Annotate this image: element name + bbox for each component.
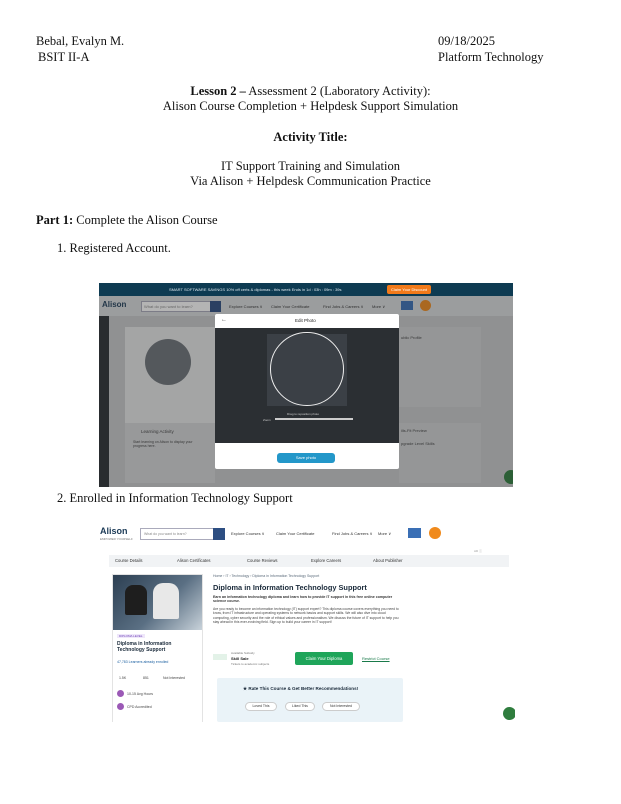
- subsidy-icon: [213, 654, 227, 660]
- card-title: Diploma in Information Technology Suppor…: [117, 641, 172, 653]
- subsidy-label: Available Subsidy: [231, 651, 255, 655]
- part1-label: Part 1:: [36, 213, 74, 227]
- student-section: BSIT II-A: [38, 50, 90, 64]
- language-icon-2[interactable]: [408, 528, 421, 538]
- drag-hint: Drag to reposition photo: [287, 412, 320, 416]
- step-2: 2. Enrolled in Information Technology Su…: [57, 491, 293, 505]
- student-name: Bebal, Evalyn M.: [36, 34, 125, 48]
- activity-title-label: Activity Title:: [273, 130, 348, 144]
- nav-certificate-2[interactable]: Claim Your Certificate: [276, 531, 314, 536]
- course-hero-image: [113, 575, 202, 630]
- subsidy-value: Skill Sale: [231, 656, 249, 661]
- activity-line-1: IT Support Training and Simulation: [221, 159, 400, 173]
- course-description: Are you ready to become an information t…: [213, 607, 399, 625]
- tab-about-publisher[interactable]: About Publisher: [373, 558, 403, 563]
- stat-not-interested[interactable]: Not Interested: [163, 676, 185, 680]
- promo-banner: SMART SOFTWARE SAVINGS 10% off certs & d…: [99, 283, 513, 296]
- breadcrumb[interactable]: Home › IT › Technology › Diploma in Info…: [213, 574, 319, 578]
- logo-tagline: EMPOWER YOURSELF: [100, 537, 133, 541]
- lesson-subtitle: Alison Course Completion + Helpdesk Supp…: [162, 99, 459, 113]
- back-arrow-icon[interactable]: ←: [221, 317, 227, 323]
- person-figure: [125, 585, 147, 615]
- diploma-badge: DIPLOMA LEVEL: [117, 634, 145, 638]
- part1-text: Complete the Alison Course: [73, 213, 218, 227]
- rate-title-text: Rate This Course & Get Better Recommenda…: [248, 686, 359, 691]
- nav-more-2[interactable]: More ∨: [378, 531, 391, 536]
- rate-title: ★ Rate This Course & Get Better Recommen…: [243, 686, 358, 692]
- activity-line-2: Via Alison + Helpdesk Communication Prac…: [190, 174, 431, 188]
- top-nav-2: Alison EMPOWER YOURSELF What do you want…: [91, 521, 515, 553]
- course-tabs: Course Details Alison Certificates Cours…: [109, 555, 509, 567]
- save-photo-button[interactable]: Save photo: [277, 453, 335, 463]
- loved-this-button[interactable]: Loved This: [245, 702, 277, 711]
- edit-photo-modal: ← Edit Photo Drag to reposition photo Zo…: [215, 314, 399, 469]
- subsidy-sub: Tickets to academic subjects: [231, 662, 270, 666]
- tab-explore-careers[interactable]: Explore Careers: [311, 558, 341, 563]
- part1-heading: Part 1: Complete the Alison Course: [36, 213, 218, 228]
- tab-course-reviews[interactable]: Course Reviews: [247, 558, 278, 563]
- lesson-rest: Assessment 2 (Laboratory Activity):: [245, 84, 431, 98]
- avg-hours: 10-15 Avg Hours: [127, 692, 154, 696]
- person-figure-2: [153, 583, 179, 619]
- claim-diploma-button[interactable]: Claim Your Diploma: [295, 652, 353, 665]
- zoom-label: Zoom: [263, 418, 271, 422]
- stat-likes[interactable]: 1.5K: [119, 676, 126, 680]
- cpd-icon: [117, 703, 124, 710]
- screenshot-diploma-page: Alison EMPOWER YOURSELF What do you want…: [91, 521, 515, 722]
- document-date: 09/18/2025: [438, 34, 495, 48]
- zoom-slider[interactable]: [275, 418, 353, 420]
- liked-this-button[interactable]: Liked This: [285, 702, 315, 711]
- course-title: Diploma in Information Technology Suppor…: [213, 583, 367, 592]
- tab-course-details[interactable]: Course Details: [115, 558, 142, 563]
- learners-count: 47,783 Learners already enrolled: [117, 660, 169, 664]
- step-1: 1. Registered Account.: [57, 241, 171, 255]
- tab-alison-certificates[interactable]: Alison Certificates: [177, 558, 211, 563]
- search-input-2[interactable]: What do you want to learn?: [140, 528, 214, 540]
- course-card: DIPLOMA LEVEL Diploma in Information Tec…: [112, 574, 203, 722]
- hours-icon: [117, 690, 124, 697]
- ad-label: AD ⓘ: [474, 549, 483, 553]
- search-icon-2[interactable]: [213, 528, 225, 540]
- course-subtitle: Earn an information technology diploma a…: [213, 595, 393, 603]
- promo-text: SMART SOFTWARE SAVINGS 10% off certs & d…: [169, 287, 342, 292]
- crop-circle[interactable]: [270, 332, 344, 406]
- lesson-label: Lesson 2 –: [190, 84, 246, 98]
- photo-crop-area[interactable]: Drag to reposition photo Zoom: [215, 328, 399, 443]
- user-avatar-icon-2[interactable]: [429, 527, 441, 539]
- chat-icon-2[interactable]: [503, 707, 515, 720]
- rate-course-box: ★ Rate This Course & Get Better Recommen…: [217, 678, 403, 722]
- screenshot-edit-photo: SMART SOFTWARE SAVINGS 10% off certs & d…: [99, 283, 513, 487]
- lesson-title: Lesson 2 – Assessment 2 (Laboratory Acti…: [0, 84, 621, 99]
- not-interested-button[interactable]: Not Interested: [322, 702, 360, 711]
- modal-title: Edit Photo: [295, 318, 316, 323]
- restrict-course-link[interactable]: Restrict Course: [362, 656, 390, 661]
- cpd-accredited: CPD Accredited: [127, 705, 152, 709]
- nav-jobs-2[interactable]: Find Jobs & Careers ∨: [332, 531, 373, 536]
- search-placeholder-2: What do you want to learn?: [144, 532, 187, 536]
- stat-dislikes[interactable]: 851: [143, 676, 149, 680]
- alison-logo-2[interactable]: Alison: [100, 526, 128, 536]
- claim-discount-button[interactable]: Claim Your Discount: [387, 285, 432, 294]
- subject-name: Platform Technology: [438, 50, 544, 64]
- nav-explore-2[interactable]: Explore Courses ∨: [231, 531, 265, 536]
